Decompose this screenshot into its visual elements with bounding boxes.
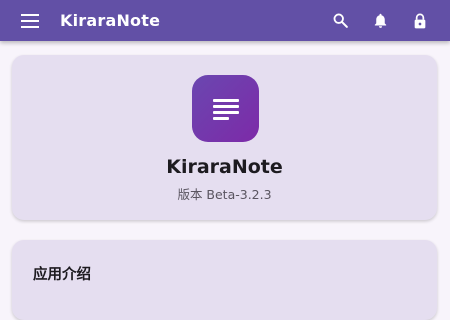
menu-icon [21, 13, 39, 28]
app-name: KiraraNote [166, 156, 283, 178]
app-title: KiraraNote [60, 11, 161, 30]
app-bar: KiraraNote [0, 0, 450, 41]
menu-button[interactable] [19, 10, 41, 32]
bell-icon [374, 13, 386, 28]
notes-icon [212, 98, 239, 120]
lock-button[interactable] [409, 10, 431, 32]
intro-title: 应用介绍 [33, 267, 91, 283]
notifications-button[interactable] [369, 10, 391, 32]
app-logo [192, 75, 259, 142]
app-version: 版本 Beta-3.2.3 [177, 187, 272, 202]
search-icon [333, 13, 348, 28]
app-intro-card: 应用介绍 [12, 240, 437, 320]
lock-icon [414, 13, 426, 28]
app-info-card: KiraraNote 版本 Beta-3.2.3 [12, 55, 437, 220]
search-button[interactable] [329, 10, 351, 32]
